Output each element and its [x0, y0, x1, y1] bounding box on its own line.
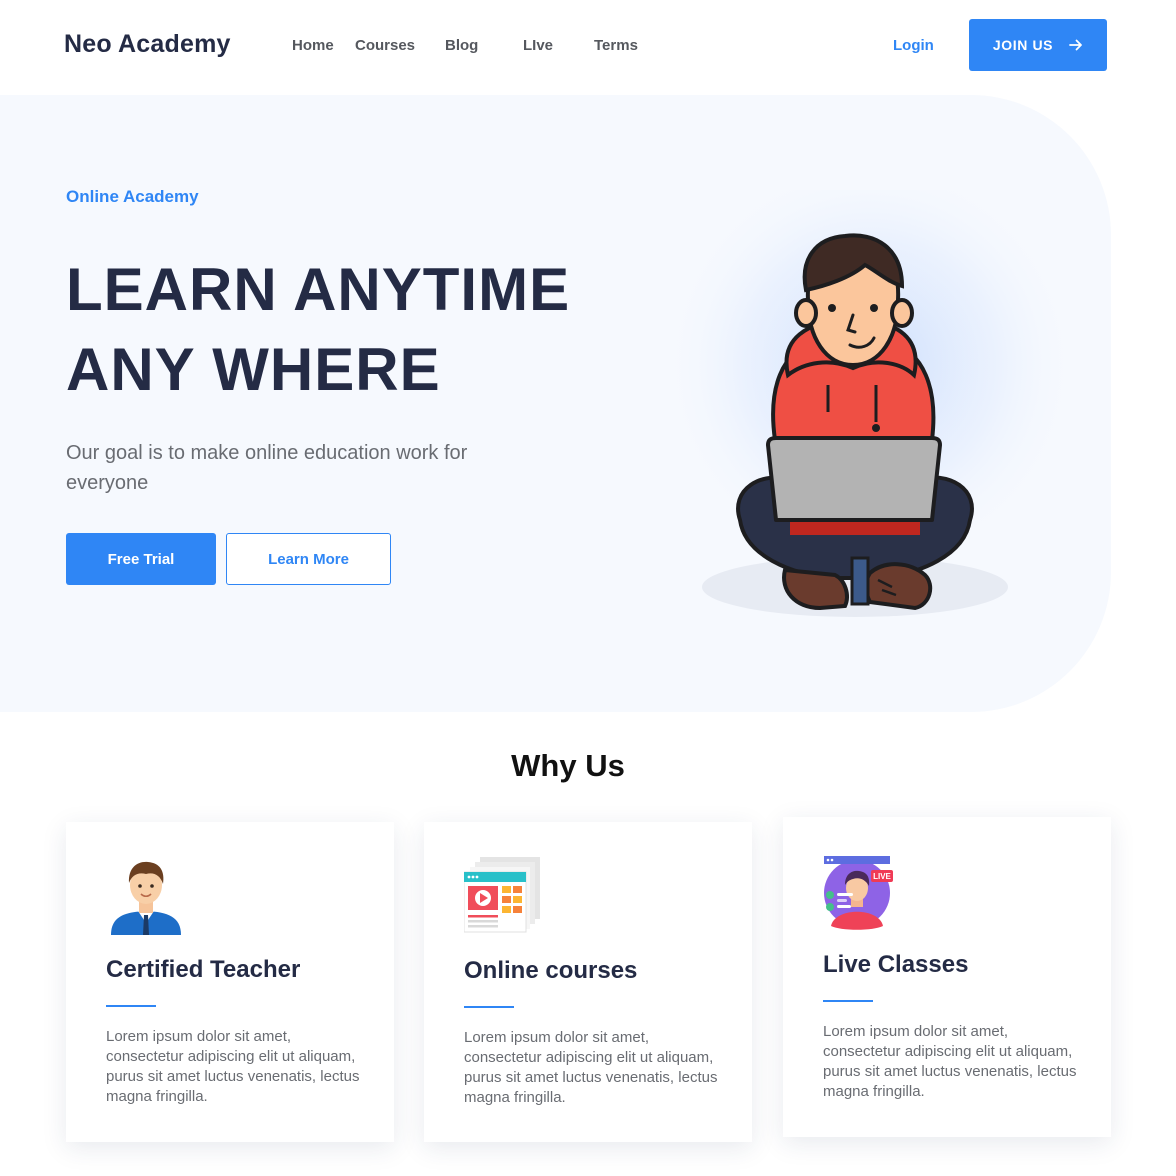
card-divider — [823, 1000, 873, 1002]
live-class-icon: LIVE — [824, 856, 893, 930]
feature-card-live-classes: LIVE Live Classes Lorem ipsum dolor sit … — [783, 817, 1111, 1137]
teacher-icon — [111, 861, 181, 935]
learn-more-button[interactable]: Learn More — [226, 533, 391, 585]
card-divider — [106, 1005, 156, 1007]
card-title: Online courses — [464, 957, 638, 984]
nav-courses[interactable]: Courses — [355, 37, 415, 54]
live-badge: LIVE — [873, 872, 891, 881]
join-us-label: JOIN US — [992, 37, 1054, 53]
card-description: Lorem ipsum dolor sit amet, consectetur … — [823, 1023, 1077, 1100]
join-us-button[interactable]: JOIN US — [969, 19, 1107, 71]
free-trial-button[interactable]: Free Trial — [66, 533, 216, 585]
login-link[interactable]: Login — [893, 37, 934, 54]
headline-line-2: ANY WHERE — [66, 336, 441, 403]
card-description: Lorem ipsum dolor sit amet, consectetur … — [106, 1028, 360, 1105]
headline-line-1: LEARN ANYTIME — [66, 256, 571, 323]
card-description: Lorem ipsum dolor sit amet, consectetur … — [464, 1029, 718, 1106]
student-laptop-illustration — [660, 190, 1080, 617]
hero-headline: LEARN ANYTIME ANY WHERE — [66, 250, 570, 410]
card-divider — [464, 1006, 514, 1008]
card-title: Certified Teacher — [106, 956, 301, 983]
card-title: Live Classes — [823, 951, 969, 978]
feature-card-online-courses: Online courses Lorem ipsum dolor sit ame… — [424, 822, 752, 1142]
online-course-icon — [464, 857, 540, 933]
feature-card-certified-teacher: Certified Teacher Lorem ipsum dolor sit … — [66, 822, 394, 1142]
brand-logo[interactable]: Neo Academy — [64, 30, 231, 59]
nav-terms[interactable]: Terms — [594, 37, 638, 54]
site-header: Neo Academy Home Courses Blog LIve Terms… — [0, 0, 1176, 95]
why-us-title: Why Us — [511, 748, 625, 783]
nav-blog[interactable]: Blog — [445, 37, 478, 54]
hero-eyebrow: Online Academy — [66, 187, 199, 206]
nav-live[interactable]: LIve — [523, 37, 553, 54]
hero-subtext: Our goal is to make online education wor… — [66, 442, 468, 494]
nav-home[interactable]: Home — [292, 37, 334, 54]
arrow-right-icon — [1069, 39, 1083, 51]
